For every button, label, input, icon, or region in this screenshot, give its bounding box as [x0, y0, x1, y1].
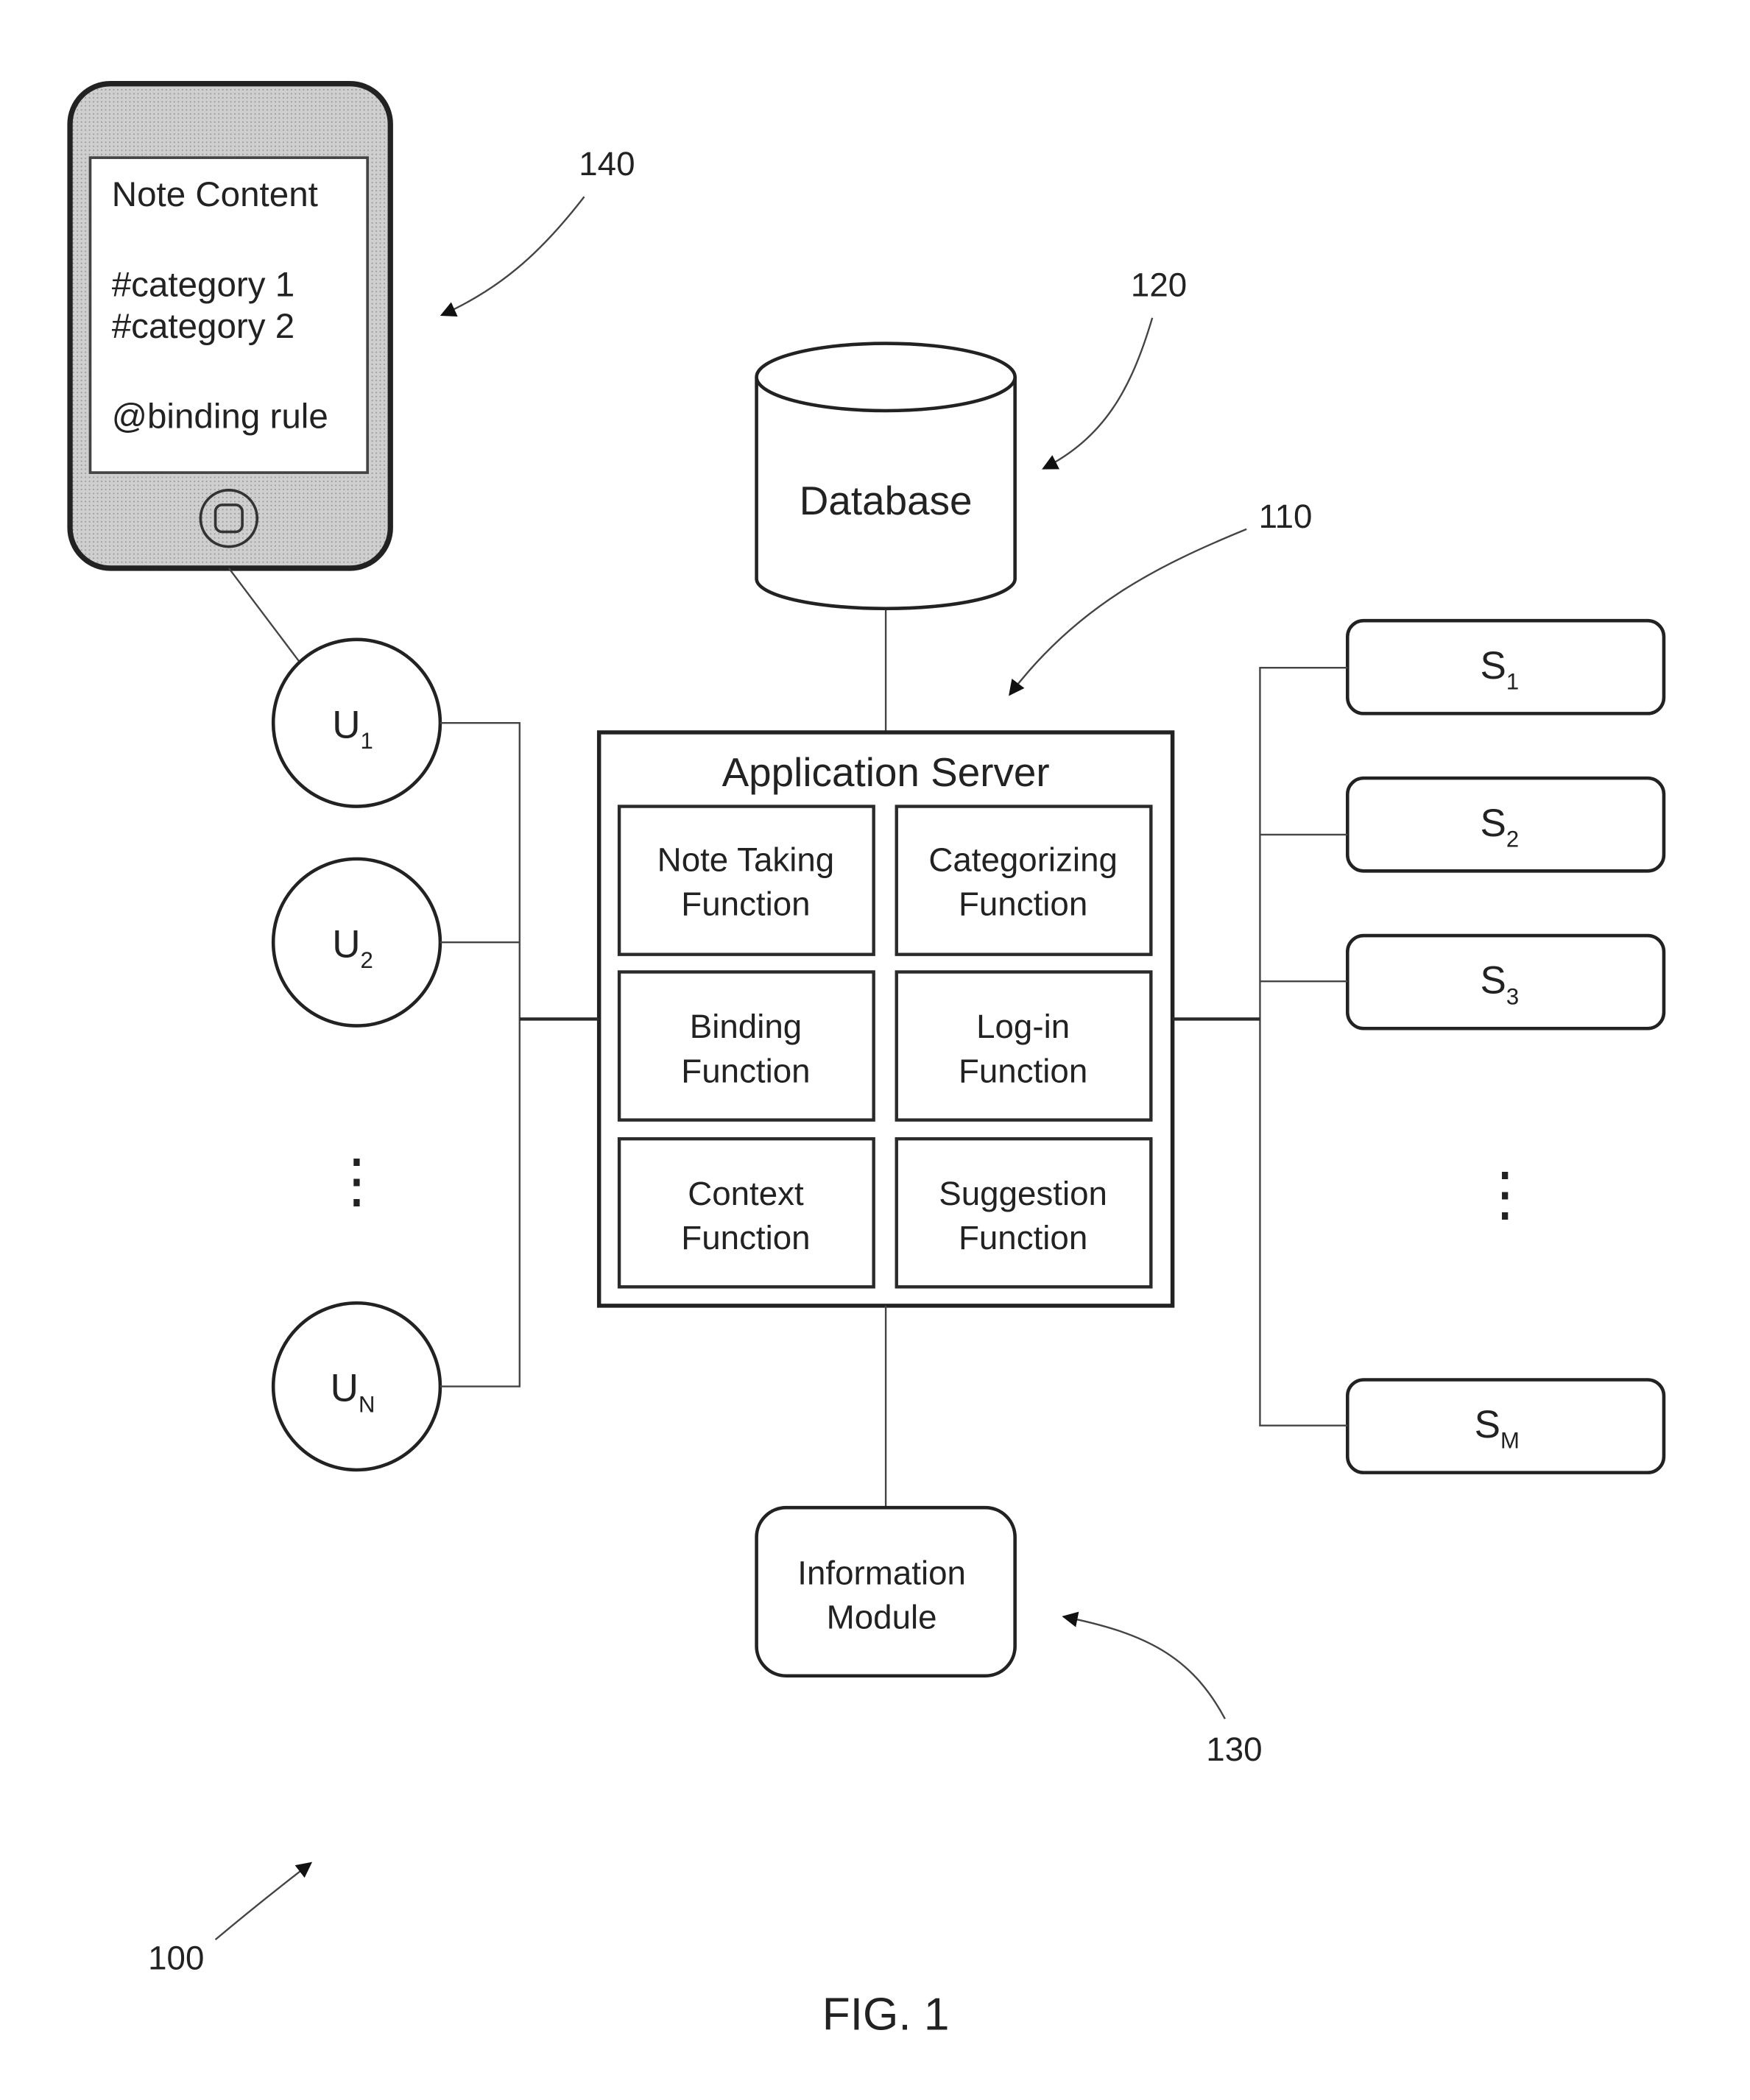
screen-line-category-1: #category 1	[112, 266, 294, 305]
service-label: S	[1481, 959, 1506, 1003]
ref-label-100: 100	[148, 1939, 204, 1976]
information-module: Information Module	[755, 1505, 1017, 1678]
service-subscript: 2	[1506, 826, 1519, 852]
user-bus	[440, 721, 599, 1387]
figure-caption: FIG. 1	[822, 1990, 950, 2040]
service-node-m: SM	[1346, 1378, 1666, 1474]
user-subscript: N	[359, 1391, 375, 1417]
function-suggestion: Suggestion Function	[895, 1136, 1153, 1289]
service-label: S	[1481, 802, 1506, 845]
ref-label-130: 130	[1206, 1730, 1262, 1768]
service-label: S	[1481, 644, 1506, 687]
function-label-line1: Context	[688, 1175, 804, 1212]
ref-arrow-100	[214, 1862, 313, 1941]
ref-label-120: 120	[1131, 266, 1187, 304]
function-log-in: Log-in Function	[895, 970, 1153, 1122]
screen-line-category-2: #category 2	[112, 307, 294, 346]
function-label-line2: Function	[681, 885, 810, 923]
user-label: U	[332, 922, 360, 966]
screen-line-note-content: Note Content	[112, 175, 318, 214]
function-note-taking: Note Taking Function	[617, 805, 875, 956]
function-label-line2: Function	[681, 1052, 810, 1089]
function-label-line1: Suggestion	[939, 1175, 1107, 1212]
ref-arrow-140	[440, 196, 585, 317]
user-label: U	[331, 1367, 359, 1410]
function-label-line2: Function	[959, 1219, 1087, 1256]
service-subscript: M	[1500, 1428, 1520, 1454]
function-context: Context Function	[617, 1136, 875, 1289]
ref-label-140: 140	[579, 145, 635, 183]
services-ellipsis: ⋮	[1475, 1162, 1534, 1228]
function-label-line1: Note Taking	[657, 841, 835, 878]
users: U1 U2 ⋮ UN	[271, 637, 442, 1472]
function-label-line1: Categorizing	[928, 841, 1118, 878]
function-label-line1: Log-in	[976, 1008, 1070, 1045]
system-diagram: Note Content #category 1 #category 2 @bi…	[67, 81, 1666, 2040]
function-binding: Binding Function	[617, 970, 875, 1122]
information-module-line2: Module	[827, 1599, 937, 1636]
user-node-1: U1	[271, 637, 442, 808]
services: S1 S2 S3 ⋮ SM	[1346, 618, 1666, 1474]
function-label-line1: Binding	[690, 1008, 802, 1045]
application-server-title: Application Server	[722, 749, 1050, 795]
user-subscript: 1	[361, 728, 373, 754]
ref-label-110: 110	[1259, 498, 1313, 535]
service-bus	[1172, 667, 1348, 1426]
function-categorizing: Categorizing Function	[895, 805, 1153, 956]
ref-arrow-120	[1042, 317, 1154, 470]
user-subscript: 2	[361, 947, 373, 973]
service-node-3: S3	[1346, 933, 1666, 1030]
function-label-line2: Function	[959, 885, 1087, 923]
function-label-line2: Function	[681, 1219, 810, 1256]
user-node-n: UN	[271, 1301, 442, 1472]
database-label: Database	[800, 478, 973, 523]
user-node-2: U2	[271, 857, 442, 1028]
service-subscript: 3	[1506, 983, 1519, 1009]
users-ellipsis: ⋮	[327, 1148, 386, 1214]
user-label: U	[332, 703, 360, 746]
service-node-1: S1	[1346, 618, 1666, 715]
service-node-2: S2	[1346, 776, 1666, 873]
application-server: Application Server Note Taking Function …	[596, 730, 1175, 1308]
device-user-link	[227, 568, 300, 662]
database: Database	[755, 342, 1017, 611]
database-cylinder-top	[755, 342, 1017, 413]
service-subscript: 1	[1506, 668, 1519, 694]
ref-arrow-130	[1062, 1611, 1226, 1719]
information-module-line1: Information	[797, 1554, 966, 1591]
service-label: S	[1475, 1403, 1500, 1446]
mobile-device: Note Content #category 1 #category 2 @bi…	[67, 81, 393, 571]
function-label-line2: Function	[959, 1052, 1087, 1089]
ref-arrow-110	[1009, 528, 1247, 696]
screen-line-binding-rule: @binding rule	[112, 397, 328, 436]
